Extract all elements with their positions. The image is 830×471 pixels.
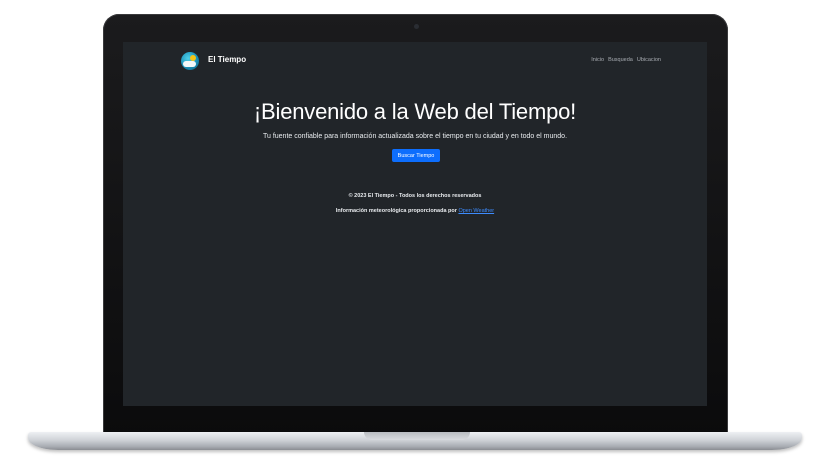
attribution-text: Información meteorológica proporcionada …: [335, 208, 457, 214]
nav-links: Inicio Busqueda Ubicacion: [591, 57, 661, 63]
nav-link-inicio[interactable]: Inicio: [591, 57, 604, 63]
footer-attribution: Información meteorológica proporcionada …: [123, 208, 707, 214]
search-weather-button[interactable]: Buscar Tiempo: [392, 149, 440, 162]
footer-copyright: © 2023 El Tiempo - Todos los derechos re…: [348, 193, 482, 199]
nav-link-busqueda[interactable]: Busqueda: [608, 57, 633, 63]
hero-title: ¡Bienvenido a la Web del Tiempo!: [253, 99, 577, 124]
hero-subtitle: Tu fuente confiable para información act…: [262, 133, 568, 140]
navbar: El Tiempo Inicio Busqueda Ubicacion: [181, 52, 661, 70]
laptop-notch: [364, 432, 470, 440]
weather-logo-icon[interactable]: [181, 52, 199, 70]
nav-link-ubicacion[interactable]: Ubicacion: [637, 57, 661, 63]
browser-viewport: El Tiempo Inicio Busqueda Ubicacion ¡Bie…: [123, 42, 707, 406]
camera: [414, 24, 419, 29]
open-weather-link[interactable]: Open Weather: [458, 208, 494, 214]
brand-name[interactable]: El Tiempo: [208, 55, 246, 64]
